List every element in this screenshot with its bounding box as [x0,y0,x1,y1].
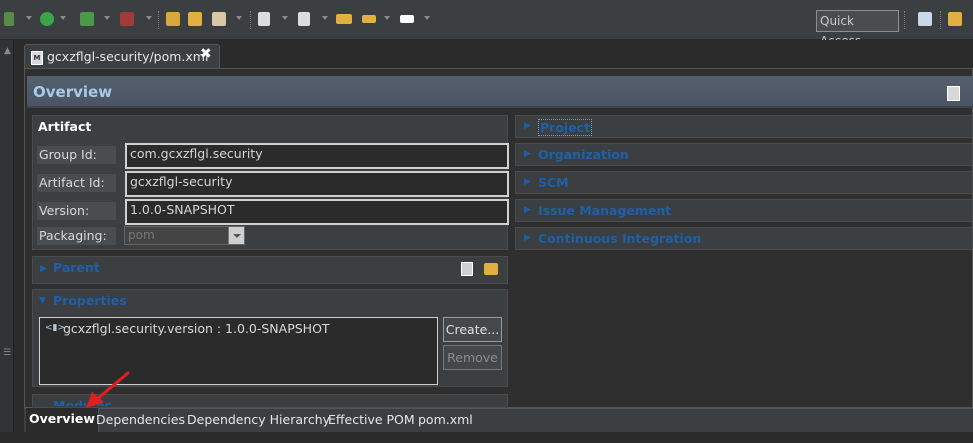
scm-section-title[interactable]: SCM [538,175,569,190]
group-id-label: Group Id: [37,146,116,164]
organization-section[interactable]: ▶ Organization [515,143,973,166]
toolbar-separator [904,11,906,29]
scm-section[interactable]: ▶ SCM [515,171,973,194]
tab-dependency-hierarchy[interactable]: Dependency Hierarchy [187,412,330,427]
external-tools-dropdown-icon[interactable] [146,16,152,20]
maven-file-icon: M [31,51,43,65]
document-icon[interactable] [461,262,473,276]
close-icon[interactable]: ✖ [200,46,212,62]
organization-section-title[interactable]: Organization [538,147,629,162]
expand-twisty-icon[interactable]: ▶ [524,177,531,187]
left-gutter: ▲ ☰ [0,40,14,443]
run-dropdown-icon[interactable] [60,16,66,20]
editor-tab-title: gcxzflgl-security/pom.xml [47,49,209,64]
editor-tab-pom[interactable]: M gcxzflgl-security/pom.xml ✖ [24,44,220,68]
tab-overview[interactable]: Overview [26,408,99,432]
artifact-section-title: Artifact [38,119,92,134]
java-ee-perspective-icon[interactable] [948,12,962,26]
properties-section-title[interactable]: Properties [53,293,127,308]
parent-section[interactable] [32,256,508,284]
coverage-dropdown-icon[interactable] [104,16,110,20]
open-folder-icon[interactable] [188,12,202,26]
continuous-integration-section-title[interactable]: Continuous Integration [538,231,701,246]
version-label: Version: [37,202,116,220]
back-dropdown-icon[interactable] [384,16,390,20]
project-section-title[interactable]: Project [538,119,593,136]
packaging-value: pom [128,228,155,242]
status-strip [0,432,973,443]
open-folder-icon[interactable] [166,12,180,26]
pen-icon[interactable] [212,12,226,26]
packaging-label: Packaging: [37,227,116,245]
create-button[interactable]: Create... [443,317,502,342]
open-folder-icon[interactable] [484,263,498,275]
remove-button[interactable]: Remove [443,345,502,370]
group-id-field[interactable]: com.gcxzflgl.security [125,143,509,169]
issue-management-section[interactable]: ▶ Issue Management [515,199,973,222]
document-icon[interactable] [258,12,270,26]
list-item[interactable]: gcxzflgl.security.version : 1.0.0-SNAPSH… [63,321,330,336]
artifact-id-label: Artifact Id: [37,174,116,192]
forward-icon[interactable] [400,15,414,23]
issue-management-section-title[interactable]: Issue Management [538,203,671,218]
back-icon[interactable] [362,15,376,23]
gutter-menu-icon[interactable]: ☰ [3,348,11,358]
page-title: Overview [33,83,113,101]
expand-twisty-icon[interactable]: ▶ [524,121,531,131]
version-field[interactable]: 1.0.0-SNAPSHOT [125,199,509,225]
tab-pom-xml[interactable]: pom.xml [418,412,473,427]
help-document-icon[interactable] [947,86,960,101]
expand-twisty-icon[interactable]: ▶ [524,149,531,159]
pen-dropdown-icon[interactable] [236,16,242,20]
artifact-id-field[interactable]: gcxzflgl-security [125,171,509,197]
tab-effective-pom[interactable]: Effective POM [328,412,415,427]
continuous-integration-section[interactable]: ▶ Continuous Integration [515,227,973,250]
forward-dropdown-icon[interactable] [424,16,430,20]
debug-icon[interactable] [4,12,14,26]
external-tools-icon[interactable] [120,12,134,26]
packaging-select[interactable]: pom [124,226,245,245]
expand-twisty-icon[interactable]: ▶ [40,264,47,274]
collapse-twisty-icon[interactable]: ▼ [39,296,46,306]
overview-header [27,76,973,108]
coverage-icon[interactable] [80,12,94,26]
annotation-arrow-shaft [94,371,130,402]
toolbar-separator [158,11,160,29]
document-icon[interactable] [298,12,310,26]
expand-twisty-icon[interactable]: ▶ [524,233,531,243]
document-dropdown-icon[interactable] [322,16,328,20]
chevron-down-icon[interactable] [228,227,244,244]
quick-access-input[interactable]: Quick Access [816,10,899,48]
back-history-icon[interactable] [336,14,352,24]
debug-dropdown-icon[interactable] [26,16,32,20]
parent-section-title[interactable]: Parent [53,260,100,275]
project-section[interactable]: ▶ Project [515,115,973,138]
annotation-arrow-icon [86,371,130,408]
toolbar-separator [250,11,252,29]
gutter-up-arrow-icon[interactable]: ▲ [4,46,11,56]
open-perspective-icon[interactable] [918,12,932,26]
main-toolbar: Quick Access [0,0,973,48]
toolbar-separator [940,11,942,29]
tab-dependencies[interactable]: Dependencies [96,412,185,427]
run-icon[interactable] [40,12,54,26]
expand-twisty-icon[interactable]: ▶ [524,205,531,215]
document-dropdown-icon[interactable] [282,16,288,20]
